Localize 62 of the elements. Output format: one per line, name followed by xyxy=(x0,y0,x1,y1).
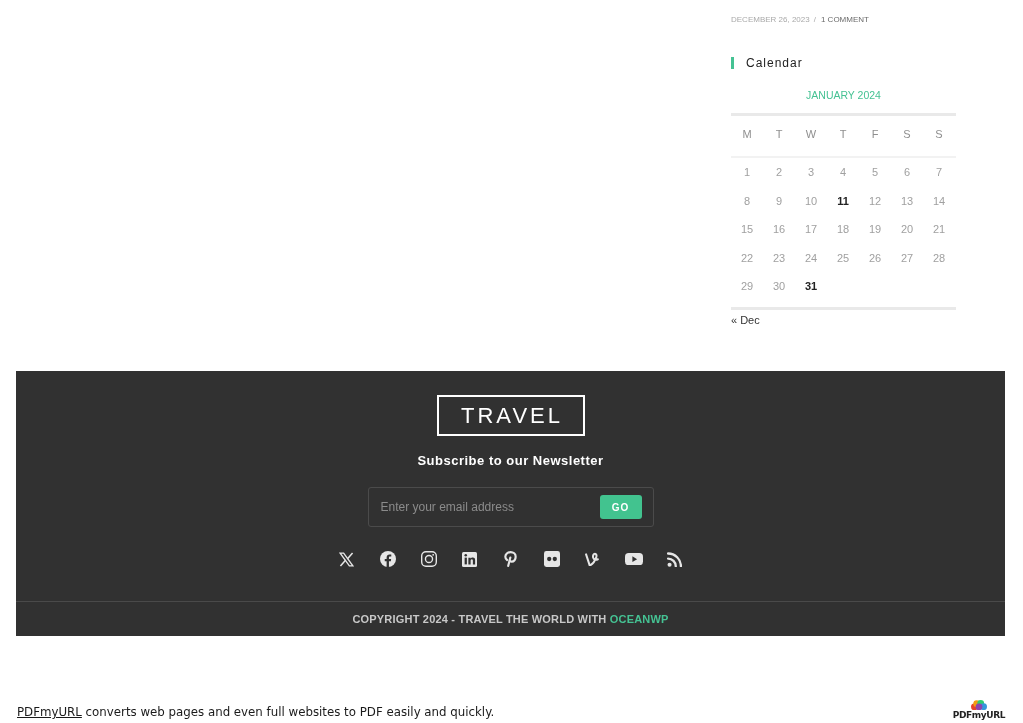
calendar-day: 6 xyxy=(903,165,911,180)
comments-link[interactable]: 1 COMMENT xyxy=(820,15,869,24)
calendar-day-link[interactable]: 11 xyxy=(837,193,849,208)
newsletter-heading: Subscribe to our Newsletter xyxy=(417,453,604,469)
weekday-label: T xyxy=(839,127,847,141)
calendar-day: 8 xyxy=(743,193,751,208)
calendar-day: 4 xyxy=(839,165,847,180)
calendar-day: 26 xyxy=(868,250,882,265)
widget-title: Calendar xyxy=(731,57,803,69)
calendar-day: 15 xyxy=(740,222,754,237)
calendar-day: 23 xyxy=(772,250,786,265)
linkedin-icon[interactable] xyxy=(462,551,477,567)
calendar-day: 7 xyxy=(935,165,943,180)
calendar-day: 13 xyxy=(900,193,914,208)
copyright-text: COPYRIGHT 2024 - TRAVEL THE WORLD WITH OCEANWP xyxy=(352,612,669,626)
email-field[interactable]: Enter your email address xyxy=(380,495,592,519)
color-fan-icon xyxy=(970,700,987,711)
calendar-day: 3 xyxy=(807,165,815,180)
calendar-day: 22 xyxy=(740,250,754,265)
calendar-day-link[interactable]: 31 xyxy=(804,279,818,294)
calendar-month-caption: JANUARY 2024 xyxy=(806,88,881,102)
youtube-icon[interactable] xyxy=(624,552,643,566)
post-date: DECEMBER 26, 2023 xyxy=(731,15,810,24)
calendar-day: 19 xyxy=(868,222,882,237)
calendar-day: 20 xyxy=(900,222,914,237)
site-logo[interactable]: TRAVEL xyxy=(436,395,585,436)
calendar-day: 2 xyxy=(775,165,783,180)
calendar-day: 16 xyxy=(772,222,786,237)
calendar-day: 14 xyxy=(932,193,946,208)
meta-separator: / xyxy=(813,15,816,24)
weekday-label: M xyxy=(742,127,752,141)
oceanwp-link[interactable]: OCEANWP xyxy=(609,613,669,625)
calendar-day: 10 xyxy=(804,193,818,208)
pdfmyurl-link[interactable]: PDFmyURL xyxy=(17,705,82,720)
x-logo-icon[interactable] xyxy=(339,551,354,567)
calendar-day: 27 xyxy=(900,250,914,265)
facebook-icon[interactable] xyxy=(379,551,396,567)
previous-month-link[interactable]: « Dec xyxy=(731,312,760,327)
calendar-day: 17 xyxy=(804,222,818,237)
calendar-day: 28 xyxy=(932,250,946,265)
pdf-notice-text: PDFmyURL converts web pages and even full websites to PDF easily and quickly. xyxy=(17,704,495,721)
instagram-icon[interactable] xyxy=(420,551,437,567)
pinterest-icon[interactable] xyxy=(504,551,517,567)
calendar-day: 18 xyxy=(836,222,850,237)
weekday-label: S xyxy=(935,127,943,141)
calendar-day: 21 xyxy=(932,222,946,237)
calendar-day: 25 xyxy=(836,250,850,265)
calendar-day: 29 xyxy=(740,279,754,294)
rss-icon[interactable] xyxy=(667,551,682,567)
calendar-day: 9 xyxy=(775,193,783,208)
weekday-label: S xyxy=(903,127,911,141)
flickr-icon[interactable] xyxy=(543,551,560,567)
vine-icon[interactable] xyxy=(585,551,600,567)
calendar-day: 24 xyxy=(804,250,818,265)
calendar-day: 1 xyxy=(743,165,751,180)
calendar-day: 30 xyxy=(772,279,786,294)
weekday-label: W xyxy=(805,127,817,141)
calendar-day: 12 xyxy=(868,193,882,208)
weekday-label: F xyxy=(871,127,879,141)
pdfmyurl-logo-text: PDFmyURL xyxy=(952,710,1005,722)
weekday-label: T xyxy=(775,127,783,141)
calendar-day: 5 xyxy=(871,165,879,180)
